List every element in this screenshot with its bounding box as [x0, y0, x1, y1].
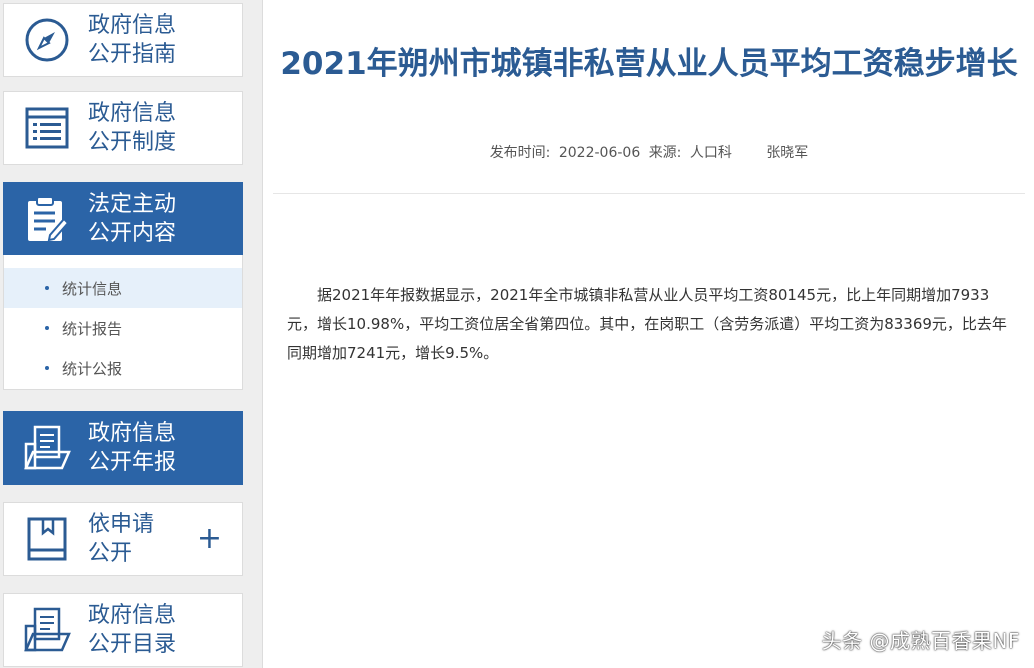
list-icon: [20, 101, 74, 155]
nav-label-line1: 政府信息: [88, 603, 177, 628]
source-value: 人口科: [689, 145, 732, 161]
nav-disclosure-system-label: 政府信息 公开制度: [88, 99, 176, 157]
nav-statutory-content[interactable]: 法定主动 公开内容: [3, 182, 243, 256]
source-label: 来源:: [648, 145, 682, 161]
nav-disclosure-guide-label: 政府信息 公开指南: [88, 11, 176, 69]
clipboard-edit-icon: [20, 192, 74, 246]
nav-label-line2: 公开: [88, 541, 133, 566]
nav-label-line2: 公开内容: [88, 221, 177, 246]
sidebar: 政府信息 公开指南 政府信息 公开制度 法定主动 公开内容 统计信息 统计报告 …: [0, 0, 248, 668]
nav-disclosure-system[interactable]: 政府信息 公开制度: [3, 91, 243, 165]
sub-item-label: 统计公报: [62, 359, 123, 378]
nav-annual-report[interactable]: 政府信息 公开年报: [3, 411, 243, 485]
nav-disclosure-catalog[interactable]: 政府信息 公开目录: [3, 593, 243, 667]
divider: [273, 193, 1025, 194]
nav-apply-disclosure-label: 依申请 公开: [88, 510, 154, 568]
sub-item-statistics-report[interactable]: 统计报告: [4, 308, 242, 348]
nav-label-line2: 公开制度: [88, 130, 177, 155]
nav-label-line1: 法定主动: [88, 192, 177, 217]
nav-label-line1: 政府信息: [88, 13, 177, 38]
article-title: 2021年朔州市城镇非私营从业人员平均工资稳步增长: [280, 46, 1018, 82]
bullet-dot: [45, 326, 49, 330]
compass-icon: [20, 13, 74, 67]
sub-item-label: 统计报告: [62, 319, 123, 338]
book-icon: [20, 512, 74, 566]
nav-label-line2: 公开目录: [88, 632, 177, 657]
plus-icon[interactable]: +: [197, 524, 222, 554]
publish-label: 发布时间:: [489, 145, 551, 161]
article-meta: 发布时间: 2022-06-06 来源: 人口科 张晓军: [263, 142, 1034, 162]
nav-label-line1: 依申请: [88, 512, 155, 537]
article-panel: 2021年朔州市城镇非私营从业人员平均工资稳步增长 发布时间: 2022-06-…: [262, 0, 1034, 668]
nav-disclosure-catalog-label: 政府信息 公开目录: [88, 601, 176, 659]
statutory-sub-list: 统计信息 统计报告 统计公报: [3, 255, 243, 390]
bullet-dot: [45, 286, 49, 290]
nav-annual-report-label: 政府信息 公开年报: [88, 419, 176, 477]
nav-label-line2: 公开指南: [88, 42, 177, 67]
sub-item-statistics-info[interactable]: 统计信息: [4, 268, 242, 308]
nav-statutory-content-label: 法定主动 公开内容: [88, 190, 176, 248]
watermark: 头条 @成熟百香果NF: [821, 629, 1020, 653]
sub-item-statistics-bulletin[interactable]: 统计公报: [4, 348, 242, 388]
nav-disclosure-guide[interactable]: 政府信息 公开指南: [3, 3, 243, 77]
nav-label-line1: 政府信息: [88, 101, 177, 126]
folder-document-icon: [20, 603, 74, 657]
article-body: 据2021年年报数据显示，2021年全市城镇非私营从业人员平均工资80145元，…: [287, 286, 1007, 362]
nav-label-line2: 公开年报: [88, 450, 177, 475]
bullet-dot: [45, 366, 49, 370]
nav-label-line1: 政府信息: [88, 421, 177, 446]
publish-date: 2022-06-06: [558, 145, 641, 161]
sub-item-label: 统计信息: [62, 279, 123, 298]
folder-document-icon: [20, 421, 74, 475]
nav-apply-disclosure[interactable]: 依申请 公开 +: [3, 502, 243, 576]
author-name: 张晓军: [766, 145, 809, 161]
